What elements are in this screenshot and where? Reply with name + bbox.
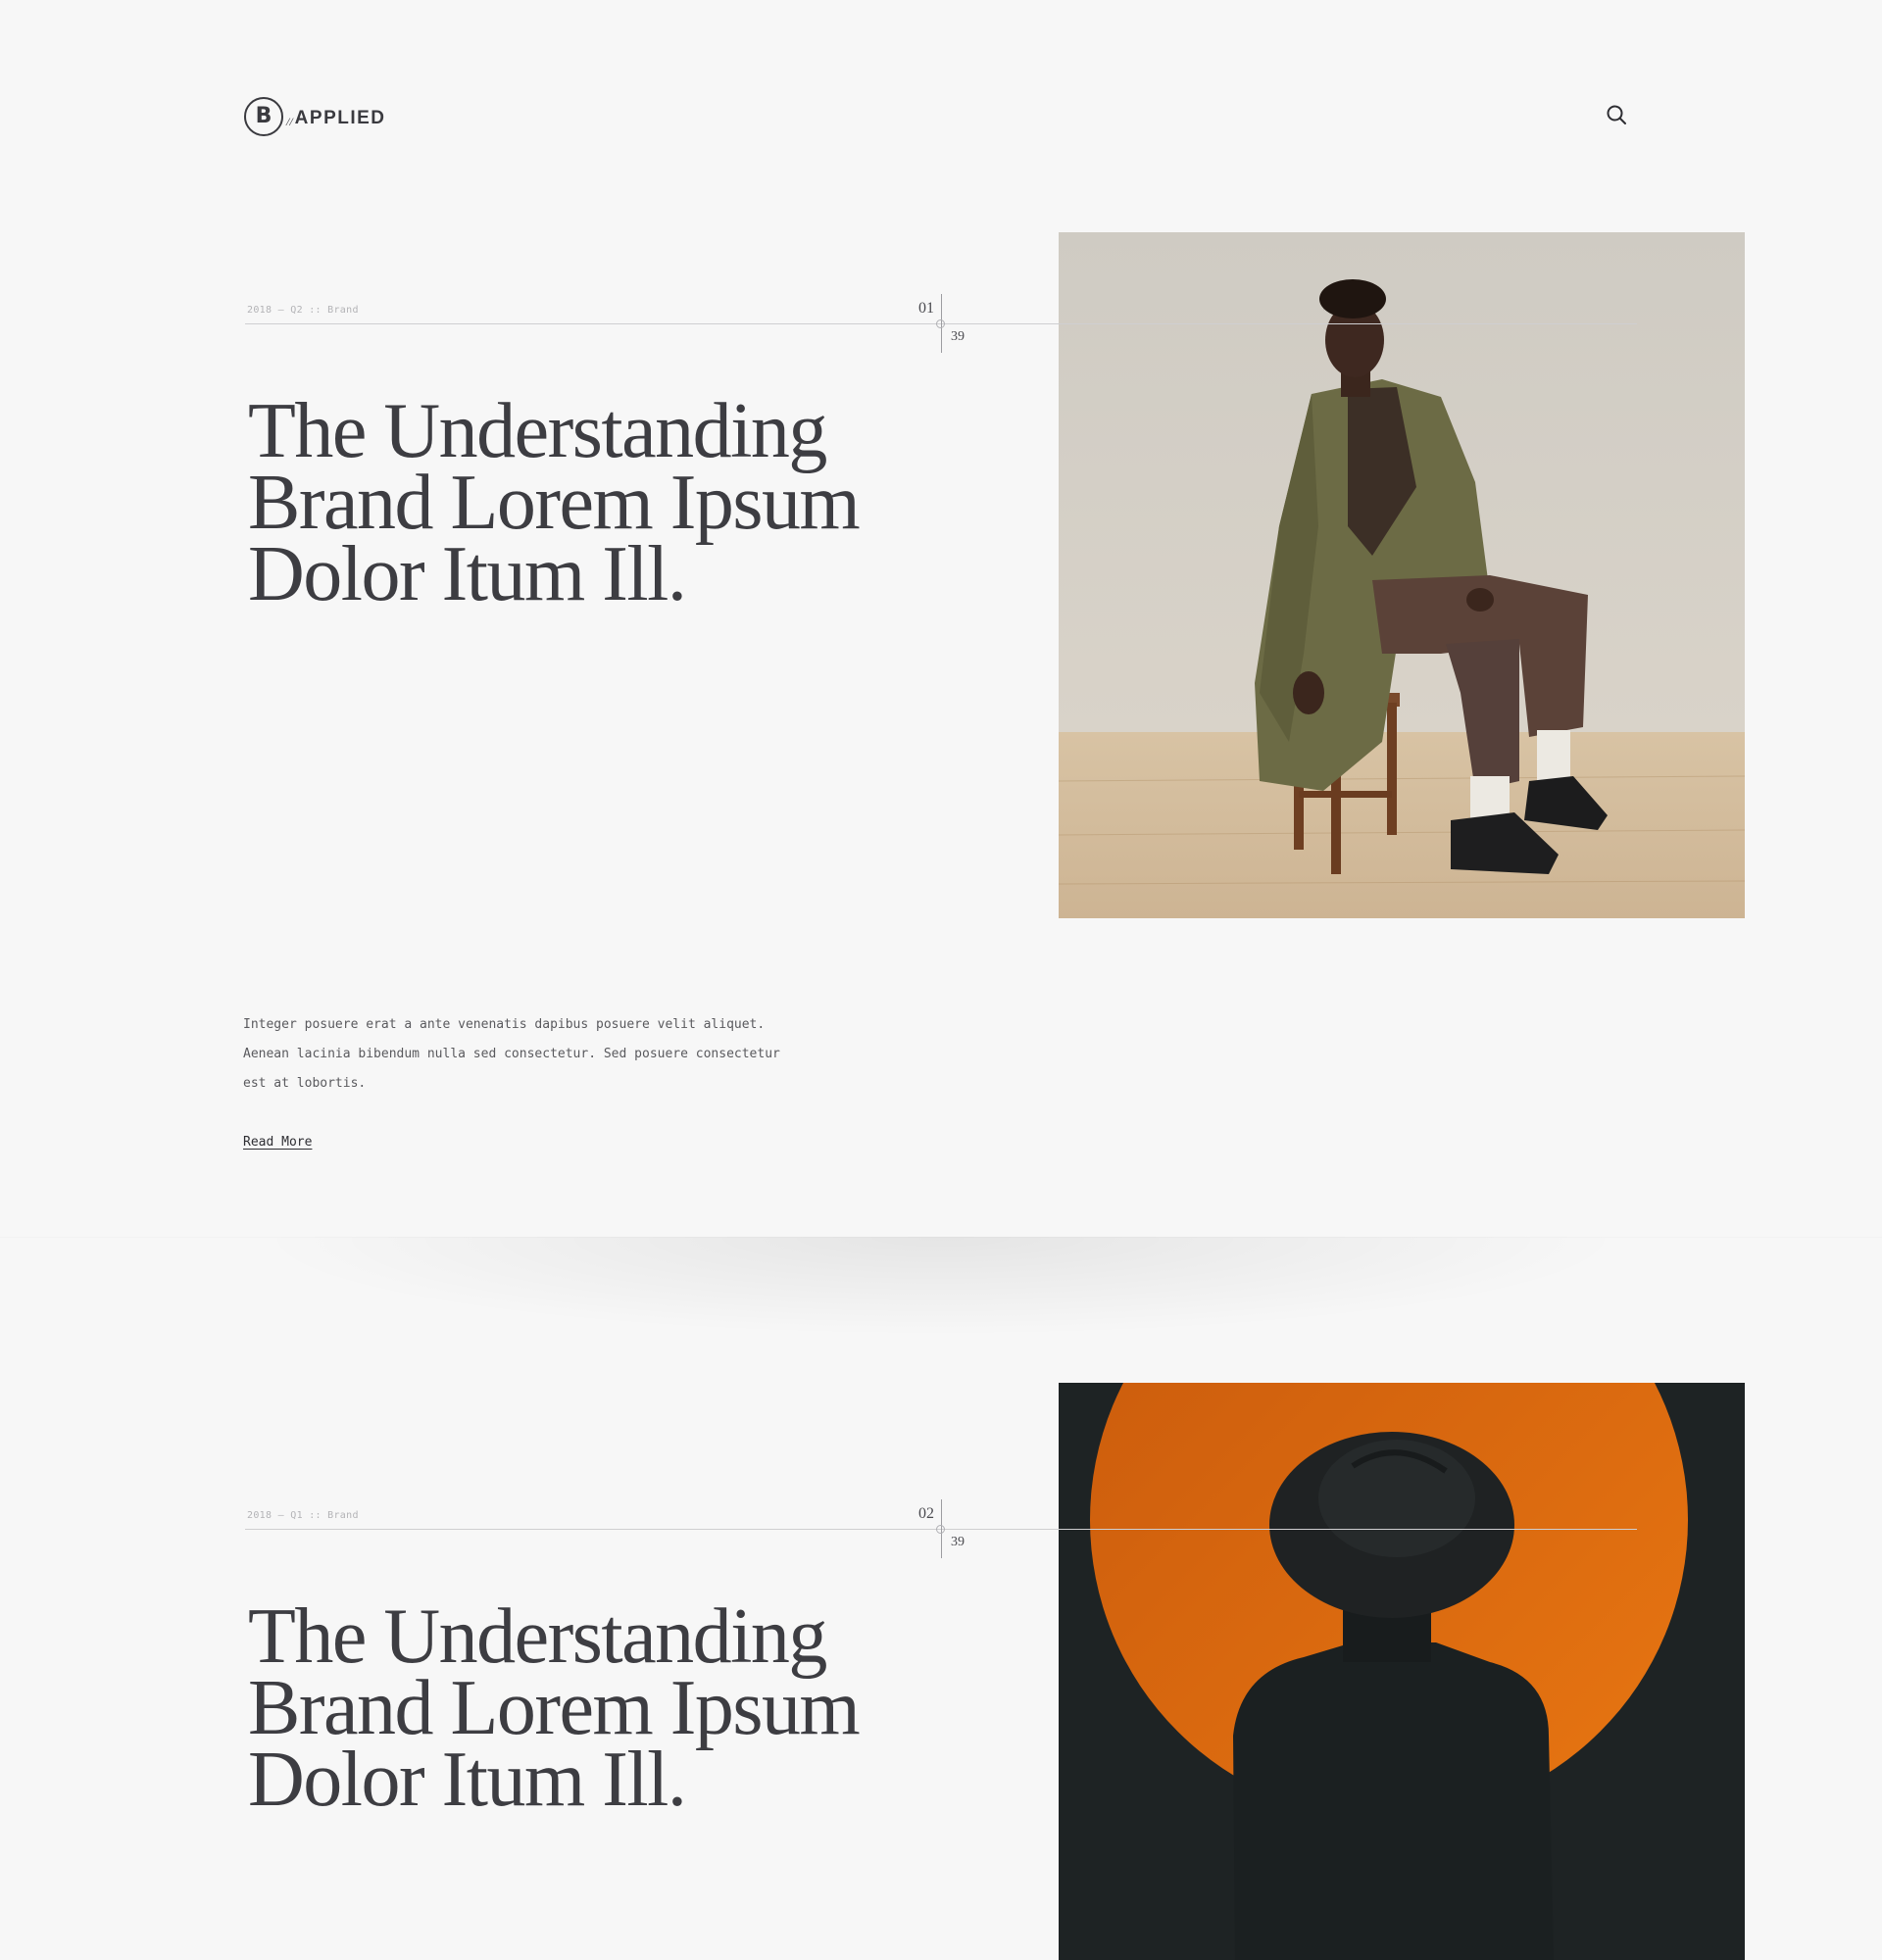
- article-meta: 2018 — Q2 :: Brand: [247, 305, 359, 316]
- article-image-2[interactable]: [1059, 1383, 1745, 1960]
- photo-hat-figure: [1059, 1383, 1745, 1960]
- article-excerpt: Integer posuere erat a ante venenatis da…: [243, 1017, 780, 1091]
- article-total: 39: [951, 329, 965, 344]
- article-card-1: 2018 — Q2 :: Brand 01 39 The Understandi…: [0, 0, 1882, 1237]
- photo-seated-man: [1059, 232, 1745, 918]
- article-meta: 2018 — Q1 :: Brand: [247, 1510, 359, 1521]
- read-more-link[interactable]: Read More: [243, 1135, 312, 1150]
- article-headline[interactable]: The Understanding Brand Lorem Ipsum Dolo…: [248, 1597, 954, 1819]
- article-index: 02: [918, 1505, 934, 1522]
- article-headline[interactable]: The Understanding Brand Lorem Ipsum Dolo…: [248, 392, 954, 613]
- article-image-1[interactable]: [1059, 232, 1745, 918]
- article-index: 01: [918, 300, 934, 317]
- article-total: 39: [951, 1535, 965, 1549]
- timeline-node: [936, 319, 945, 328]
- article-card-2: 2018 — Q1 :: Brand 02 39 The Understandi…: [0, 1237, 1882, 1960]
- timeline-node: [936, 1525, 945, 1534]
